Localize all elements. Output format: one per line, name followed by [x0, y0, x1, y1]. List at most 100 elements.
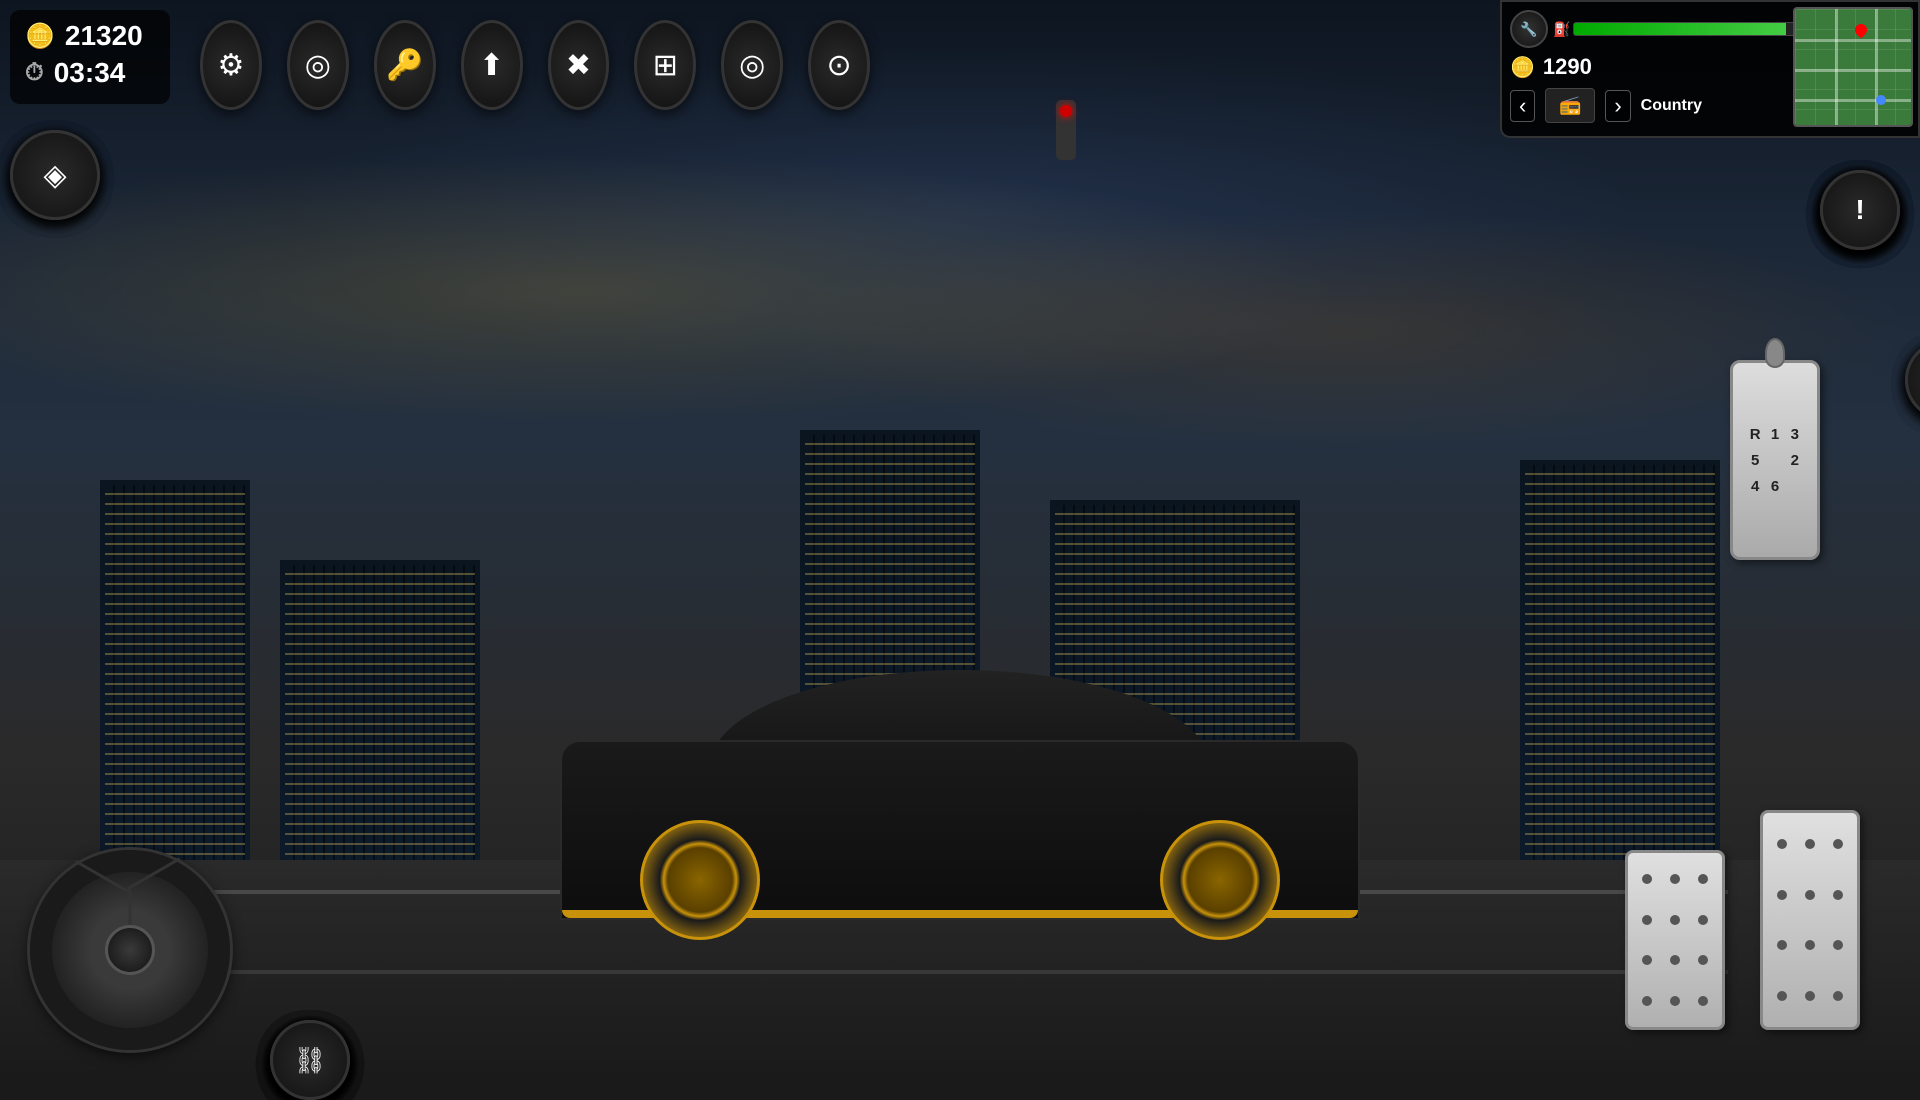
paint-icon: ◎ [305, 48, 331, 83]
map-location-label: Country [1641, 97, 1702, 115]
lift-button[interactable]: ⬆ [461, 20, 523, 110]
chain-icon: ⛓ [293, 1045, 326, 1076]
map-grid [1795, 9, 1911, 125]
map-prev-button[interactable]: ‹ [1510, 90, 1535, 122]
map-road-h1 [1795, 39, 1911, 42]
traffic-light-red [1060, 105, 1072, 117]
gear-2: 2 [1786, 449, 1803, 472]
gear-6: 6 [1767, 475, 1784, 498]
gear-grid: R 1 3 5 2 4 6 [1742, 418, 1809, 503]
alert-icon: ! [1855, 194, 1864, 226]
spoke-left [127, 857, 180, 890]
wheel-front [640, 820, 760, 940]
pedal-dot [1777, 839, 1787, 849]
gear-R: R [1747, 423, 1764, 446]
pedal-dot [1833, 991, 1843, 1001]
repair-button[interactable]: ✖ [548, 20, 610, 110]
settings-icon: ⚙ [217, 48, 244, 83]
pedal-dot [1642, 874, 1652, 884]
steering-wheel[interactable] [30, 850, 230, 1050]
turbo-icon: ◈ [43, 158, 66, 193]
hud-wrench-icon: 🔧 [1520, 21, 1537, 38]
gearbox-button[interactable]: ⊞ [634, 20, 696, 110]
stats-panel: 🪙 21320 ⏱ 03:34 [10, 10, 170, 104]
pedal-dot [1805, 940, 1815, 950]
pedal-dot [1833, 890, 1843, 900]
player-car [510, 480, 1410, 980]
lift-icon: ⬆ [479, 48, 504, 83]
map-road-v1 [1835, 9, 1838, 125]
hud-panel: 🔧 ⛽ ● ◑ 🪙 1290 ‹ 📻 › Country [1500, 0, 1920, 138]
pedal-dot [1670, 874, 1680, 884]
gear-shift: R 1 3 5 2 4 6 [1730, 360, 1820, 560]
map-player-position [1876, 95, 1886, 105]
wheel-button[interactable]: ◎ [721, 20, 783, 110]
currency-row: 🪙 21320 [25, 20, 155, 52]
gear-handle [1765, 338, 1785, 368]
hud-wrench-button[interactable]: 🔧 [1510, 10, 1548, 48]
gear-3: 3 [1786, 423, 1803, 446]
pedal-dot [1698, 996, 1708, 1006]
hud-coins-value: 1290 [1543, 54, 1592, 80]
building-1 [100, 480, 250, 880]
pedal-dot [1777, 940, 1787, 950]
gear-1: 1 [1767, 423, 1784, 446]
pedal-dot [1670, 915, 1680, 925]
pedal-dots-accel [1771, 821, 1849, 1019]
pedal-dot [1670, 955, 1680, 965]
pedal-dot [1777, 890, 1787, 900]
chain-button[interactable]: ⛓ [270, 1020, 350, 1100]
timer-row: ⏱ 03:34 [25, 57, 155, 89]
pedal-dot [1642, 915, 1652, 925]
key-icon: 🔑 [386, 48, 423, 83]
tire-icon: ⊙ [826, 48, 851, 83]
map-thumbnail[interactable] [1793, 7, 1913, 127]
pedal-dot [1698, 955, 1708, 965]
brake-pedal[interactable] [1625, 850, 1725, 1030]
spoke-right [75, 860, 128, 893]
key-button[interactable]: 🔑 [374, 20, 436, 110]
radio-icon: 📻 [1559, 95, 1581, 116]
currency-value: 21320 [65, 20, 143, 52]
pedal-dot [1833, 839, 1843, 849]
fuel-bar [1573, 22, 1824, 36]
gearbox-icon: ⊞ [653, 48, 678, 83]
hud-coin-icon: 🪙 [1510, 55, 1535, 80]
settings-button[interactable]: ⚙ [200, 20, 262, 110]
pedal-dot [1833, 940, 1843, 950]
building-5 [1520, 460, 1720, 880]
coin-icon: 🪙 [25, 22, 55, 51]
fuel-bar-section: ⛽ [1553, 21, 1824, 38]
paint-button[interactable]: ◎ [287, 20, 349, 110]
accelerator-pedal[interactable] [1760, 810, 1860, 1030]
building-2 [280, 560, 480, 880]
turbo-button[interactable]: ◈ [10, 130, 100, 220]
fuel-icon: ⛽ [1553, 21, 1570, 38]
pedal-dots-brake [1636, 861, 1714, 1019]
map-mode-icon: 📻 [1545, 88, 1595, 123]
gear-4: 4 [1747, 475, 1764, 498]
pedal-dot [1698, 915, 1708, 925]
map-road-v2 [1875, 9, 1878, 125]
gear-5: 5 [1747, 449, 1764, 472]
alert-button[interactable]: ! [1820, 170, 1900, 250]
wheel-icon: ◎ [739, 48, 765, 83]
fuel-fill [1574, 23, 1785, 35]
steering-hub [105, 925, 155, 975]
clock-icon: ⏱ [25, 59, 44, 87]
top-toolbar: ⚙ ◎ 🔑 ⬆ ✖ ⊞ ◎ ⊙ [200, 20, 870, 110]
car-body [560, 640, 1360, 920]
traffic-light [1056, 100, 1076, 160]
wheel-rear [1160, 820, 1280, 940]
timer-value: 03:34 [54, 57, 126, 89]
tire-button[interactable]: ⊙ [808, 20, 870, 110]
pedal-dot [1805, 991, 1815, 1001]
map-next-button[interactable]: › [1605, 90, 1630, 122]
repair-icon: ✖ [566, 48, 591, 83]
pedal-dot [1698, 874, 1708, 884]
pedal-dot [1805, 839, 1815, 849]
map-road-h3 [1795, 99, 1911, 102]
pedal-dot [1670, 996, 1680, 1006]
pedal-dot [1642, 955, 1652, 965]
pedal-dot [1805, 890, 1815, 900]
